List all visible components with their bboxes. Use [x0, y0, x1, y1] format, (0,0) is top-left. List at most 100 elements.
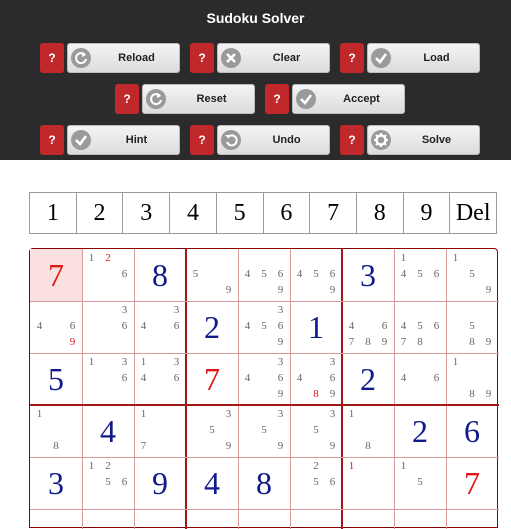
number-key-9[interactable]: 9 [404, 193, 451, 233]
sudoku-grid: 7126859456945693145615946936346234569146… [29, 248, 499, 529]
grid-cell-r4c2[interactable]: 4 [82, 405, 134, 457]
grid-cell-r3c7[interactable]: 2 [342, 353, 394, 405]
pencil-mark: 5 [469, 268, 475, 280]
grid-cell-r4c4[interactable]: 359 [186, 405, 238, 457]
grid-cell-r5c5[interactable]: 8 [238, 457, 290, 509]
number-key-3[interactable]: 3 [123, 193, 171, 233]
grid-cell-r2c7[interactable]: 4 6 789 [342, 301, 394, 353]
grid-cell-r1c6[interactable]: 456 9 [290, 249, 342, 301]
number-key-2[interactable]: 2 [77, 193, 124, 233]
pencil-mark: 4 [400, 268, 407, 280]
pencil-mark: 3 [225, 408, 232, 420]
pencil-mark: 9 [381, 336, 388, 348]
undo-button[interactable]: Undo [217, 125, 330, 155]
pencil-mark: 1 [140, 408, 147, 420]
grid-cell-r4c8[interactable]: 2 [394, 405, 446, 457]
grid-cell-r1c3[interactable]: 8 [134, 249, 186, 301]
pencil-mark: 3 [277, 356, 284, 368]
grid-cell-r2c9[interactable]: 5 89 [446, 301, 498, 353]
grid-cell-r5c8[interactable]: 15 [394, 457, 446, 509]
number-key-1[interactable]: 1 [30, 193, 77, 233]
help-solve-button[interactable]: ? [340, 125, 364, 155]
number-key-4[interactable]: 4 [170, 193, 217, 233]
pencil-mark: 9 [225, 440, 232, 452]
pencil-mark: 3 [329, 408, 336, 420]
grid-cell-r3c5[interactable]: 3 4 6 9 [238, 353, 290, 405]
grid-cell-r1c7[interactable]: 3 [342, 249, 394, 301]
hint-button[interactable]: Hint [67, 125, 180, 155]
pencil-mark: 8 [53, 440, 59, 452]
help-accept-button[interactable]: ? [265, 84, 289, 114]
pencil-mark: 9 [225, 284, 232, 296]
grid-cell-r1c5[interactable]: 456 9 [238, 249, 290, 301]
grid-cell-r3c3[interactable]: 1 3 4 6 [134, 353, 186, 405]
grid-cell-r5c3[interactable]: 9 [134, 457, 186, 509]
grid-cell-r1c4[interactable]: 59 [186, 249, 238, 301]
grid-cell-r1c9[interactable]: 159 [446, 249, 498, 301]
help-load-button[interactable]: ? [340, 43, 364, 73]
grid-cell-r2c6[interactable]: 1 [290, 301, 342, 353]
pencil-mark: 9 [277, 440, 284, 452]
grid-cell-r2c3[interactable]: 3 4 6 [134, 301, 186, 353]
pencil-mark: 4 [244, 320, 251, 332]
number-key-5[interactable]: 5 [217, 193, 264, 233]
load-button[interactable]: Load [367, 43, 480, 73]
grid-cell-r1c8[interactable]: 1 456 [394, 249, 446, 301]
pencil-mark: 1 [88, 460, 95, 472]
pencil-mark: 6 [329, 268, 336, 280]
delete-key[interactable]: Del [450, 193, 496, 233]
reload-icon [71, 48, 91, 68]
grid-cell-r3c8[interactable]: 46 [394, 353, 446, 405]
pencil-mark: 6 [329, 372, 336, 384]
accept-button[interactable]: Accept [292, 84, 405, 114]
grid-cell-r3c2[interactable]: 1 3 6 [82, 353, 134, 405]
number-key-8[interactable]: 8 [357, 193, 404, 233]
help-hint-button[interactable]: ? [40, 125, 64, 155]
grid-cell-r4c5[interactable]: 359 [238, 405, 290, 457]
grid-cell-r4c9[interactable]: 6 [446, 405, 498, 457]
grid-cell-r4c6[interactable]: 359 [290, 405, 342, 457]
pencil-mark: 1 [348, 408, 355, 420]
grid-cell-r4c7[interactable]: 18 [342, 405, 394, 457]
grid-cell-r2c1[interactable]: 4 6 9 [30, 301, 82, 353]
grid-cell-r5c4[interactable]: 4 [186, 457, 238, 509]
grid-line [30, 404, 499, 406]
grid-cell-r1c1[interactable]: 7 [30, 249, 82, 301]
grid-cell-r5c1[interactable]: 3 [30, 457, 82, 509]
help-reset-button[interactable]: ? [115, 84, 139, 114]
help-undo-button[interactable]: ? [190, 125, 214, 155]
cell-value: 9 [152, 464, 168, 501]
pencil-mark: 9 [329, 284, 336, 296]
grid-cell-r4c1[interactable]: 18 [30, 405, 82, 457]
grid-cell-r3c9[interactable]: 1 89 [446, 353, 498, 405]
grid-cell-r1c2[interactable]: 126 [82, 249, 134, 301]
pencil-mark: 2 [105, 252, 111, 264]
number-key-6[interactable]: 6 [264, 193, 311, 233]
grid-cell-r5c7[interactable]: 1 [342, 457, 394, 509]
reload-button[interactable]: Reload [67, 43, 180, 73]
grid-cell-r3c6[interactable]: 3 4 689 [290, 353, 342, 405]
grid-cell-r2c5[interactable]: 3 456 9 [238, 301, 290, 353]
grid-cell-r2c2[interactable]: 36 [82, 301, 134, 353]
number-key-7[interactable]: 7 [310, 193, 357, 233]
grid-line [81, 249, 83, 529]
grid-cell-r2c8[interactable]: 456 78 [394, 301, 446, 353]
solve-button[interactable]: Solve [367, 125, 480, 155]
pencil-mark: 6 [173, 372, 180, 384]
grid-cell-r2c4[interactable]: 2 [186, 301, 238, 353]
clear-button[interactable]: Clear [217, 43, 330, 73]
grid-cell-r5c2[interactable]: 12 56 [82, 457, 134, 509]
grid-cell-r5c6[interactable]: 2 56 [290, 457, 342, 509]
help-reload-button[interactable]: ? [40, 43, 64, 73]
cell-value: 8 [256, 464, 272, 501]
grid-cell-r5c9[interactable]: 7 [446, 457, 498, 509]
pencil-mark: 5 [313, 424, 319, 436]
reload-button-label: Reload [118, 52, 155, 64]
number-pad: 1 2 3 4 5 6 7 8 9 Del [29, 192, 497, 234]
reset-button[interactable]: Reset [142, 84, 255, 114]
grid-cell-r3c4[interactable]: 7 [186, 353, 238, 405]
help-clear-button[interactable]: ? [190, 43, 214, 73]
grid-cell-r3c1[interactable]: 5 [30, 353, 82, 405]
grid-line [393, 249, 395, 529]
grid-cell-r4c3[interactable]: 17 [134, 405, 186, 457]
